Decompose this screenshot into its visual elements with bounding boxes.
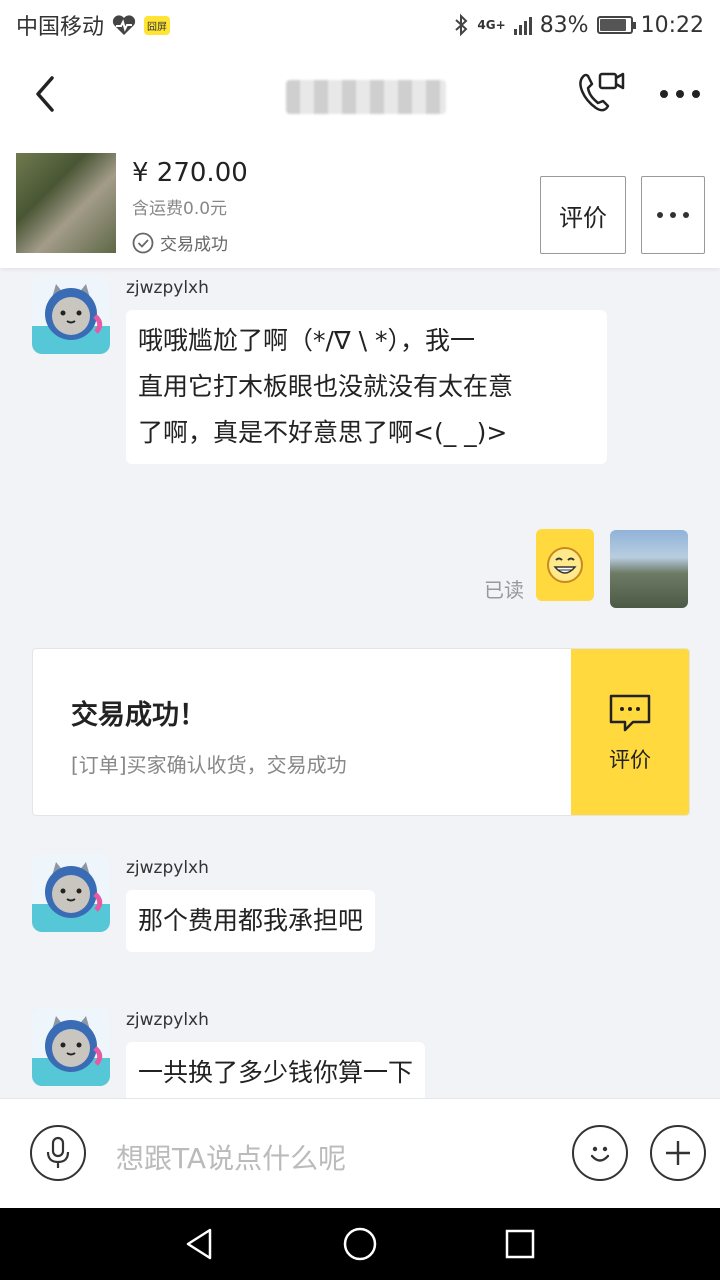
message-bubble[interactable]: 哦哦尴尬了啊（*/∇ \ *），我一 直用它打木板眼也没就没有太在意 了啊，真是… [126, 310, 607, 464]
avatar[interactable] [32, 854, 110, 932]
deal-status: 交易成功 [132, 230, 228, 255]
sender-name: zjwzpylxh [126, 278, 209, 298]
emoji-button[interactable] [572, 1125, 628, 1181]
battery-percent: 83% [539, 12, 589, 38]
plus-icon [666, 1141, 690, 1165]
message-bubble[interactable]: 一共换了多少钱你算一下 [126, 1042, 426, 1098]
system-navigation-bar [0, 1208, 720, 1280]
battery-icon [596, 16, 636, 34]
input-bar: 想跟TA说点什么呢 [0, 1098, 720, 1208]
message-line: 哦哦尴尬了啊（*/∇ \ *），我一 [138, 326, 475, 355]
shipping-fee: 含运费0.0元 [132, 199, 228, 219]
avatar[interactable] [32, 276, 110, 354]
deal-success-card[interactable]: 交易成功！ [订单]买家确认收货，交易成功 评价 [32, 648, 690, 816]
message-input[interactable]: 想跟TA说点什么呢 [116, 1137, 346, 1177]
network-type: 4G+ [477, 18, 506, 32]
back-icon[interactable] [22, 70, 70, 118]
signal-icon [513, 15, 532, 35]
rate-button[interactable]: 评价 [540, 176, 626, 254]
sender-name: zjwzpylxh [126, 858, 209, 878]
product-thumbnail[interactable] [16, 153, 116, 253]
cat-avatar-icon [32, 862, 110, 932]
message-line: 直用它打木板眼也没就没有太在意 [138, 372, 514, 401]
bluetooth-icon [455, 13, 468, 37]
voice-button[interactable] [30, 1125, 86, 1181]
comment-icon [609, 694, 651, 732]
nav-back-icon[interactable] [180, 1224, 220, 1264]
card-rate-button[interactable]: 评价 [571, 649, 689, 815]
message-bubble[interactable]: 那个费用都我承担吧 [126, 890, 376, 952]
contact-name-blurred [286, 80, 446, 114]
message-line: 了啊，真是不好意思了啊<(_ _)> [138, 418, 508, 447]
chat-header [0, 50, 720, 136]
heart-pulse-icon [112, 15, 136, 36]
check-circle-icon [132, 232, 154, 253]
product-price: ¥ 270.00 [132, 158, 248, 188]
sticker-message[interactable] [536, 529, 594, 601]
status-bar: 中国移动 囧屏 4G+ 83% 10:22 [0, 0, 720, 50]
chat-messages[interactable]: zjwzpylxh 哦哦尴尬了啊（*/∇ \ *），我一 直用它打木板眼也没就没… [0, 268, 720, 1098]
message-text: 那个费用都我承担吧 [138, 906, 364, 935]
card-rate-label: 评价 [609, 748, 651, 772]
message-text: 一共换了多少钱你算一下 [138, 1058, 414, 1087]
cat-avatar-icon [32, 1016, 110, 1086]
product-more-button[interactable] [641, 176, 705, 254]
app-badge: 囧屏 [144, 15, 171, 35]
video-call-icon[interactable] [574, 68, 626, 116]
more-icon [657, 212, 689, 218]
card-description: [订单]买家确认收货，交易成功 [71, 753, 347, 777]
product-summary: ¥ 270.00 含运费0.0元 交易成功 评价 [0, 136, 720, 268]
deal-status-label: 交易成功 [160, 235, 228, 255]
grin-emoji-icon [547, 547, 583, 583]
smile-icon [590, 1146, 610, 1162]
clock: 10:22 [640, 12, 704, 38]
nav-home-icon[interactable] [340, 1224, 380, 1264]
read-receipt: 已读 [484, 578, 524, 602]
my-avatar[interactable] [610, 530, 688, 608]
avatar[interactable] [32, 1008, 110, 1086]
add-button[interactable] [650, 1125, 706, 1181]
nav-recents-icon[interactable] [500, 1224, 540, 1264]
card-title: 交易成功！ [71, 700, 206, 731]
sender-name: zjwzpylxh [126, 1010, 209, 1030]
more-icon[interactable] [656, 72, 704, 112]
microphone-icon [46, 1136, 70, 1168]
carrier-label: 中国移动 [16, 15, 105, 40]
cat-avatar-icon [32, 284, 110, 354]
